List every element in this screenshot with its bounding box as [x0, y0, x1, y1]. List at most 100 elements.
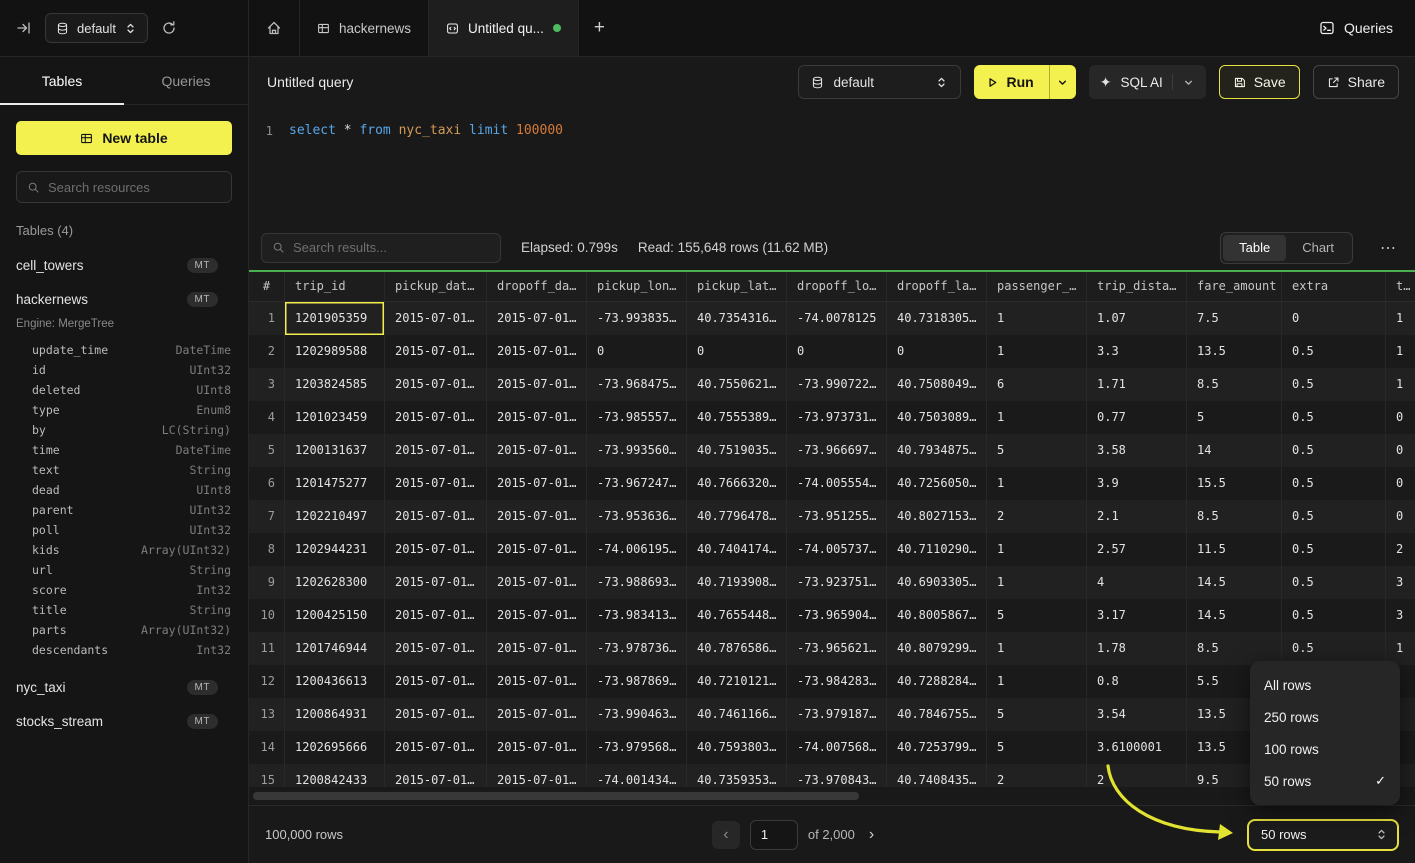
- prev-page-button[interactable]: ‹: [712, 821, 740, 849]
- cell[interactable]: 2: [987, 764, 1087, 787]
- save-button[interactable]: Save: [1219, 65, 1300, 99]
- cell[interactable]: -73.984283…: [787, 665, 887, 698]
- cell[interactable]: -73.979187…: [787, 698, 887, 731]
- cell[interactable]: 3.3: [1087, 335, 1187, 368]
- row-number[interactable]: 11: [249, 632, 285, 665]
- cell[interactable]: 0: [1386, 467, 1415, 500]
- row-number[interactable]: 10: [249, 599, 285, 632]
- column-header-pickup-lon[interactable]: pickup_lon…: [587, 272, 687, 301]
- column-header-trip-dista[interactable]: trip_dista…: [1087, 272, 1187, 301]
- table-column-type[interactable]: typeEnum8: [0, 400, 248, 420]
- menu-item-100-rows[interactable]: 100 rows: [1250, 733, 1400, 765]
- cell[interactable]: 0.5: [1282, 500, 1386, 533]
- cell[interactable]: 2015-07-01…: [385, 302, 487, 335]
- view-toggle-table[interactable]: Table: [1223, 235, 1286, 261]
- tab-hackernews[interactable]: hackernews: [300, 0, 429, 56]
- row-number[interactable]: 1: [249, 302, 285, 335]
- run-button[interactable]: Run: [974, 65, 1048, 99]
- column-header-dropoff-da[interactable]: dropoff_da…: [487, 272, 587, 301]
- cell[interactable]: 2015-07-01…: [385, 566, 487, 599]
- cell[interactable]: -73.993835…: [587, 302, 687, 335]
- cell[interactable]: 2.1: [1087, 500, 1187, 533]
- cell[interactable]: 2015-07-01…: [487, 368, 587, 401]
- cell[interactable]: -73.965621…: [787, 632, 887, 665]
- cell[interactable]: 40.7256050…: [887, 467, 987, 500]
- column-header-trip-id[interactable]: trip_id: [285, 272, 385, 301]
- cell[interactable]: 0: [587, 335, 687, 368]
- cell[interactable]: -74.005737…: [787, 533, 887, 566]
- sidebar-table-hackernews[interactable]: hackernewsMT: [0, 282, 248, 316]
- column-header-fare-amount[interactable]: fare_amount: [1187, 272, 1282, 301]
- menu-item-50-rows[interactable]: 50 rows✓: [1250, 765, 1400, 797]
- scrollbar-thumb[interactable]: [253, 792, 859, 800]
- cell[interactable]: 3: [1386, 566, 1415, 599]
- column-header-dropoff-la[interactable]: dropoff_la…: [887, 272, 987, 301]
- queries-button[interactable]: Queries: [1319, 0, 1393, 56]
- cell[interactable]: 14.5: [1187, 566, 1282, 599]
- cell[interactable]: 40.7359353…: [687, 764, 787, 787]
- cell[interactable]: 5: [1187, 401, 1282, 434]
- cell[interactable]: -73.967247…: [587, 467, 687, 500]
- cell[interactable]: 3.54: [1087, 698, 1187, 731]
- cell[interactable]: -73.970843…: [787, 764, 887, 787]
- sidebar-table-nyc-taxi[interactable]: nyc_taxiMT: [0, 670, 248, 704]
- cell[interactable]: 1.71: [1087, 368, 1187, 401]
- page-size-select[interactable]: 50 rows: [1247, 819, 1399, 851]
- cell[interactable]: 1201475277: [285, 467, 385, 500]
- cell[interactable]: 1: [987, 302, 1087, 335]
- cell[interactable]: 5: [987, 731, 1087, 764]
- cell[interactable]: 2015-07-01…: [385, 764, 487, 787]
- cell[interactable]: 2015-07-01…: [487, 599, 587, 632]
- cell[interactable]: 40.7846755…: [887, 698, 987, 731]
- cell[interactable]: -73.979568…: [587, 731, 687, 764]
- cell[interactable]: 1200425150: [285, 599, 385, 632]
- cell[interactable]: 13.5: [1187, 335, 1282, 368]
- cell[interactable]: -73.968475…: [587, 368, 687, 401]
- cell[interactable]: 40.7253799…: [887, 731, 987, 764]
- cell[interactable]: 5: [987, 599, 1087, 632]
- cell[interactable]: 40.7593803…: [687, 731, 787, 764]
- cell[interactable]: 2015-07-01…: [487, 632, 587, 665]
- sql-ai-button[interactable]: ✦ SQL AI: [1089, 65, 1206, 99]
- cell[interactable]: 40.7519035…: [687, 434, 787, 467]
- cell[interactable]: 40.7876586…: [687, 632, 787, 665]
- horizontal-scrollbar[interactable]: [249, 787, 1415, 805]
- cell[interactable]: 1202210497: [285, 500, 385, 533]
- refresh-icon[interactable]: [161, 20, 177, 36]
- cell[interactable]: 2015-07-01…: [487, 434, 587, 467]
- cell[interactable]: -73.965904…: [787, 599, 887, 632]
- cell[interactable]: -74.001434…: [587, 764, 687, 787]
- cell[interactable]: 8.5: [1187, 368, 1282, 401]
- sidebar-tab-tables[interactable]: Tables: [0, 57, 124, 104]
- cell[interactable]: 3.17: [1087, 599, 1187, 632]
- row-number[interactable]: 6: [249, 467, 285, 500]
- cell[interactable]: 40.7503089…: [887, 401, 987, 434]
- row-number[interactable]: 12: [249, 665, 285, 698]
- cell[interactable]: 40.7404174…: [687, 533, 787, 566]
- table-column-deleted[interactable]: deletedUInt8: [0, 380, 248, 400]
- cell[interactable]: 40.7550621…: [687, 368, 787, 401]
- row-number[interactable]: 8: [249, 533, 285, 566]
- cell[interactable]: -73.990722…: [787, 368, 887, 401]
- row-number[interactable]: 4: [249, 401, 285, 434]
- collapse-sidebar-icon[interactable]: [16, 20, 32, 36]
- cell[interactable]: 40.7461166…: [687, 698, 787, 731]
- table-column-id[interactable]: idUInt32: [0, 360, 248, 380]
- cell[interactable]: -73.951255…: [787, 500, 887, 533]
- sql-editor[interactable]: 1 select * from nyc_taxi limit 100000: [249, 107, 1415, 225]
- cell[interactable]: 40.7210121…: [687, 665, 787, 698]
- cell[interactable]: 2015-07-01…: [487, 467, 587, 500]
- cell[interactable]: 1202989588: [285, 335, 385, 368]
- cell[interactable]: 2015-07-01…: [487, 698, 587, 731]
- query-database-selector[interactable]: default: [798, 65, 961, 99]
- column-header-index[interactable]: #: [249, 272, 285, 301]
- cell[interactable]: 40.7655448…: [687, 599, 787, 632]
- table-column-time[interactable]: timeDateTime: [0, 440, 248, 460]
- resource-search-input[interactable]: [48, 180, 221, 195]
- cell[interactable]: 14.5: [1187, 599, 1282, 632]
- more-options-icon[interactable]: ⋯: [1373, 238, 1403, 258]
- new-table-button[interactable]: New table: [16, 121, 232, 155]
- column-header-dropoff-lo[interactable]: dropoff_lo…: [787, 272, 887, 301]
- cell[interactable]: 40.8079299…: [887, 632, 987, 665]
- cell[interactable]: 1201746944: [285, 632, 385, 665]
